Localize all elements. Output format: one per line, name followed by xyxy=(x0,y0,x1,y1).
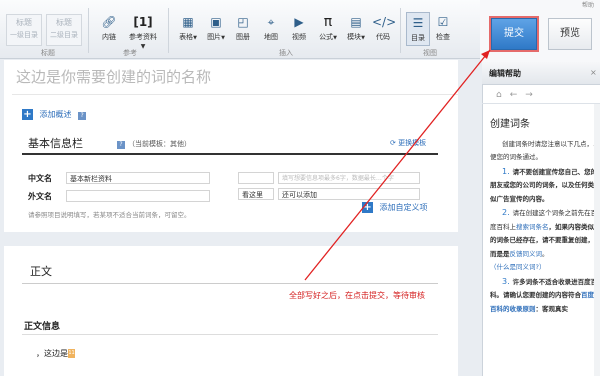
item-number: 1. xyxy=(502,166,510,176)
help-item-text: 。 xyxy=(542,249,549,258)
help-item-1: 1. 请不要创建宣传您自己、您的朋友或您的公司的词条，以及任何类似广告宣传的内容。 xyxy=(490,165,600,207)
back-arrow-icon[interactable]: ← xyxy=(510,90,526,100)
help-item-2: 2. 请在创建这个词条之前先在百度百科上搜索词条名，如果内容类似的词条已经存在，请… xyxy=(490,206,600,275)
synonym-feedback-link[interactable]: 反馈同义词 xyxy=(510,250,543,258)
help-paragraph: 创建词条时请您注意以下几点，以便您的词条通过。 xyxy=(490,139,600,162)
item-number: 3. xyxy=(502,276,510,286)
item-number: 2. xyxy=(502,208,510,217)
help-item-3: 3. 许多词条不适合收录进百度百科。请确认您要创建的内容符合百度百科的收录原则：客… xyxy=(490,275,600,317)
help-panel-title: 编辑帮助 xyxy=(489,69,521,78)
what-is-synonym-link[interactable]: （什么是同义词?） xyxy=(490,261,600,275)
divider xyxy=(482,103,600,104)
help-heading: 创建词条 xyxy=(490,119,530,130)
help-item-text: ：客观真实 xyxy=(535,304,569,313)
help-content: 创建词条 创建词条时请您注意以下几点，以便您的词条通过。 1. 请不要创建宣传您自… xyxy=(490,118,600,316)
home-icon[interactable]: ⌂ xyxy=(496,90,510,100)
close-icon[interactable]: × xyxy=(590,68,597,77)
help-nav: ⌂←→ xyxy=(496,90,541,100)
forward-arrow-icon[interactable]: → xyxy=(525,90,541,100)
help-scrollbar[interactable] xyxy=(594,104,600,376)
search-entry-link[interactable]: 搜索词条名 xyxy=(516,223,549,231)
